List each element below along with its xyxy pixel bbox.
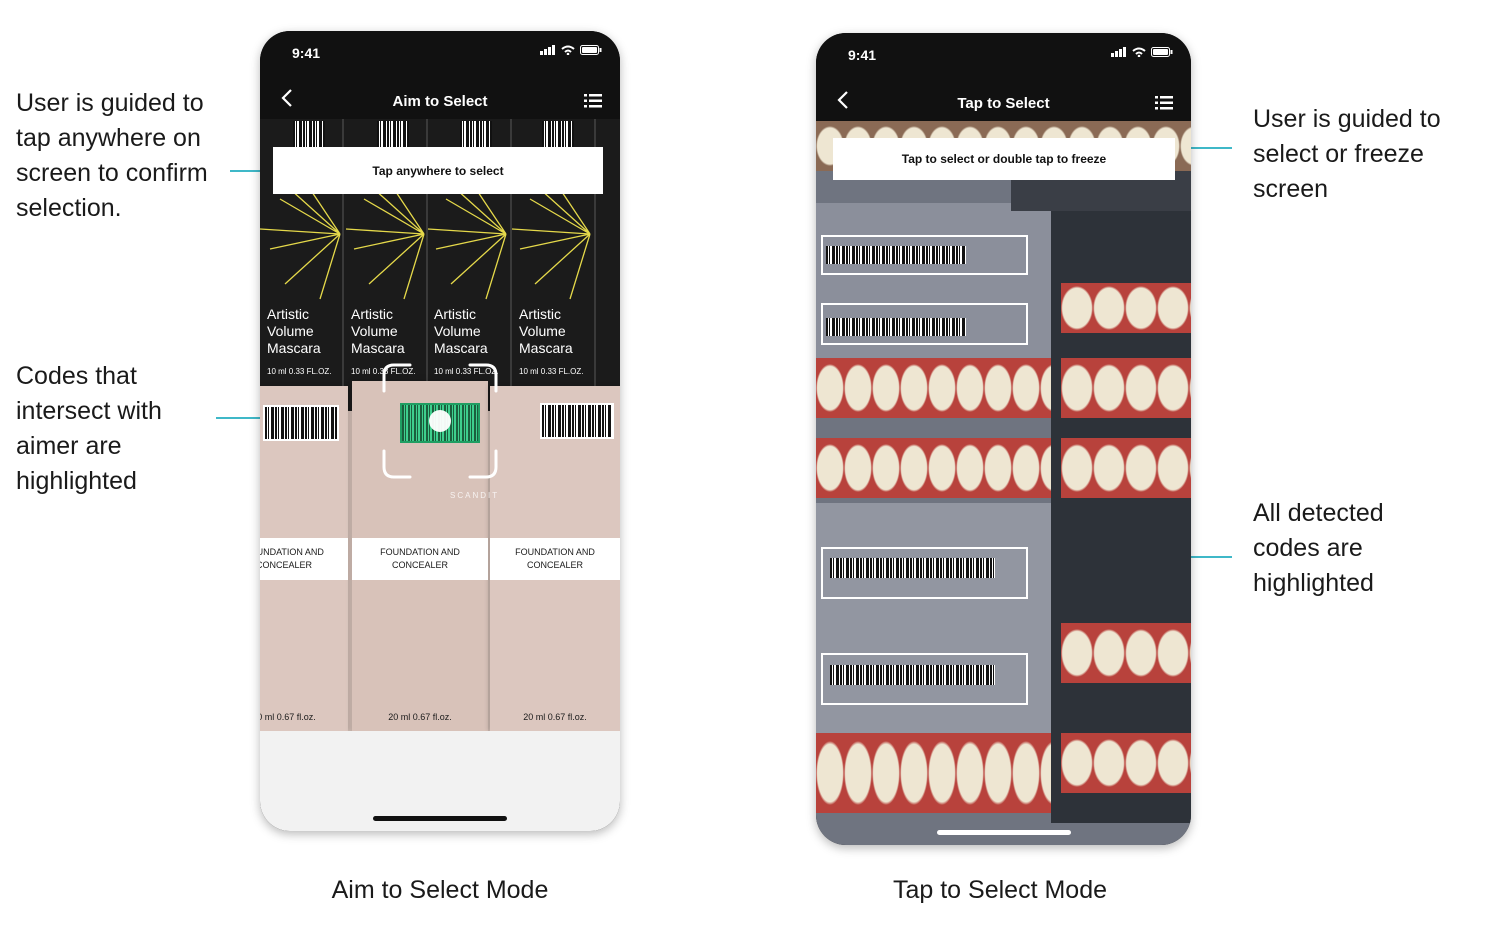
home-indicator xyxy=(373,816,507,821)
annotation-aim-highlight: Codes that intersect with aimer are high… xyxy=(16,362,162,495)
wifi-icon xyxy=(561,45,575,55)
detected-code-highlight[interactable] xyxy=(821,235,1028,275)
mascara-barcode xyxy=(293,121,325,147)
foundation-size: 20 ml 0.67 fl.oz. xyxy=(523,712,587,722)
teeth-row xyxy=(1061,623,1191,683)
status-bar: 9:41 xyxy=(816,33,1191,77)
list-icon[interactable] xyxy=(584,93,602,114)
tooth-card xyxy=(816,503,1051,763)
detected-code-highlight[interactable] xyxy=(821,303,1028,345)
annotation-tap-all: All detected codes are highlighted xyxy=(1253,499,1384,597)
teeth-row xyxy=(816,733,1051,813)
home-indicator xyxy=(937,830,1071,835)
battery-icon xyxy=(580,45,602,55)
teeth-row xyxy=(816,358,1051,418)
mascara-barcode xyxy=(542,121,574,147)
mascara-label: Artistic Volume Mascara 10 ml 0.33 FL.OZ. xyxy=(519,306,584,376)
annotation-aim-confirm: User is guided to tap anywhere on screen… xyxy=(16,89,208,222)
status-bar: 9:41 xyxy=(260,31,620,75)
foundation-size: 20 ml 0.67 fl.oz. xyxy=(260,712,316,722)
signal-icon xyxy=(1111,47,1126,57)
caption-aim: Aim to Select Mode xyxy=(331,876,549,904)
battery-icon xyxy=(1151,47,1173,57)
hint-banner: Tap anywhere to select xyxy=(273,147,603,194)
teeth-row xyxy=(1061,733,1191,793)
mascara-barcode xyxy=(460,121,492,147)
caption-tap: Tap to Select Mode xyxy=(892,876,1107,904)
hint-banner: Tap to select or double tap to freeze xyxy=(833,138,1175,180)
mascara-label: Artistic Volume Mascara 10 ml 0.33 FL.OZ. xyxy=(267,306,332,376)
annotation-tap-guide: User is guided to select or freeze scree… xyxy=(1253,105,1441,203)
foundation-barcode xyxy=(263,405,339,441)
detected-code-highlight[interactable] xyxy=(821,653,1028,705)
foundation-barcode xyxy=(540,403,614,439)
screen-title: Tap to Select xyxy=(957,95,1050,112)
navigation-bar: Aim to Select xyxy=(260,81,620,121)
signal-icon xyxy=(540,45,555,55)
starburst-graphic xyxy=(260,189,591,300)
phone-aim-to-select: Artistic Volume Mascara 10 ml 0.33 FL.OZ. … xyxy=(260,31,620,831)
teeth-row xyxy=(1061,358,1191,418)
screen-title: Aim to Select xyxy=(392,93,488,110)
teeth-row xyxy=(1061,283,1191,333)
navigation-bar: Tap to Select xyxy=(816,83,1191,123)
aimer-reticle xyxy=(382,363,498,479)
foundation-label: FOUNDATION ANDCONCEALER xyxy=(352,538,488,580)
foundation-label: FOUNDATION ANDCONCEALER xyxy=(260,538,348,580)
foundation-label: FOUNDATION ANDCONCEALER xyxy=(490,538,620,580)
scandit-watermark: SCANDIT xyxy=(450,491,500,500)
detected-code-highlight[interactable] xyxy=(821,547,1028,599)
teeth-row xyxy=(1061,438,1191,498)
phone-tap-to-select: 9:41 Tap to Select Tap to select or doub… xyxy=(816,33,1191,845)
foundation-size: 20 ml 0.67 fl.oz. xyxy=(388,712,452,722)
wifi-icon xyxy=(1132,47,1146,57)
list-icon[interactable] xyxy=(1155,95,1173,116)
mascara-barcode xyxy=(377,121,409,147)
teeth-row xyxy=(816,438,1051,498)
tooth-card xyxy=(816,203,1051,373)
